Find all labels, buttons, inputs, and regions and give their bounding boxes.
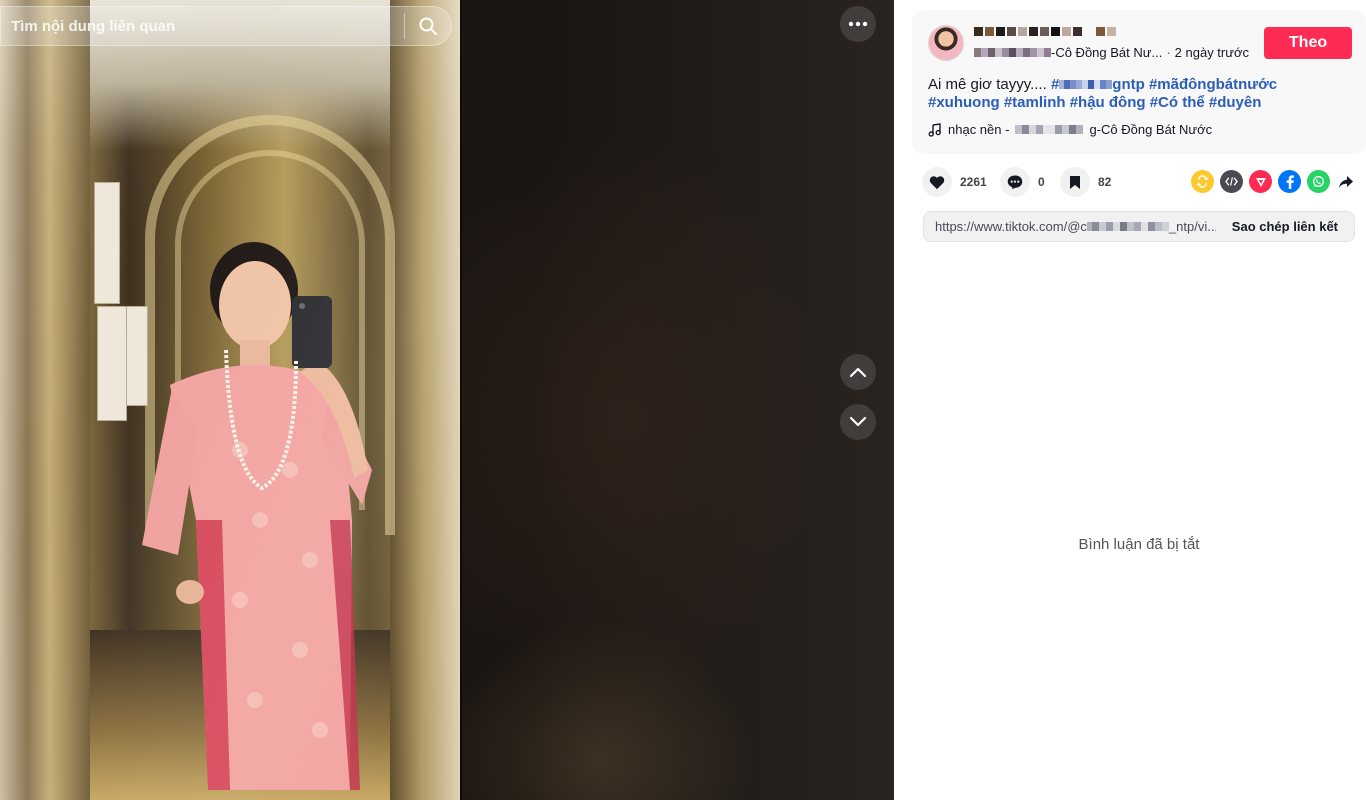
author-channel-name: -Cô Đồng Bát Nư... xyxy=(1051,45,1163,60)
action-bar: 2261 0 82 xyxy=(922,167,1356,197)
music-prefix: nhạc nền - xyxy=(948,122,1010,137)
repost-button[interactable] xyxy=(1191,170,1214,193)
more-horizontal-icon xyxy=(848,21,868,27)
repost-icon xyxy=(1196,175,1209,188)
hashtag-link[interactable]: #xuhuong xyxy=(928,94,1000,111)
whatsapp-icon xyxy=(1313,176,1324,188)
previous-video-button[interactable] xyxy=(840,354,876,390)
author-row: -Cô Đồng Bát Nư... · 2 ngày trước Theo xyxy=(928,25,1352,61)
save-count: 82 xyxy=(1098,175,1112,189)
chevron-down-icon xyxy=(849,416,867,427)
share-arrow-icon xyxy=(1339,175,1353,188)
chevron-up-icon xyxy=(849,367,867,378)
copy-link-button[interactable]: Sao chép liên kết xyxy=(1216,212,1354,241)
description-card: -Cô Đồng Bát Nư... · 2 ngày trước Theo A… xyxy=(912,10,1366,154)
music-note-icon xyxy=(928,122,941,137)
glass-reflection xyxy=(0,0,460,800)
caption-text: Ai mê giơ tayyy.... xyxy=(928,76,1047,93)
hashtag-link[interactable]: #tamlinh xyxy=(1004,94,1066,111)
embed-button[interactable] xyxy=(1220,170,1243,193)
author-name-pixelated[interactable] xyxy=(974,27,1116,36)
save-button[interactable] xyxy=(1060,167,1090,197)
post-time: 2 ngày trước xyxy=(1174,45,1249,60)
hashtag-link[interactable]: #duyên xyxy=(1209,94,1262,111)
music-name: g-Cô Đồng Bát Nước xyxy=(1089,122,1213,137)
search-icon xyxy=(419,17,437,35)
send-arrow-icon xyxy=(1255,177,1266,187)
video-link-box: https://www.tiktok.com/@c _ntp/vi... Sao… xyxy=(923,211,1355,242)
facebook-icon xyxy=(1286,174,1294,189)
save-action: 82 xyxy=(1060,167,1111,197)
more-share-button[interactable] xyxy=(1336,170,1356,193)
hashtag-link[interactable]: #hậu đông xyxy=(1070,94,1146,111)
comment-icon xyxy=(1007,175,1023,190)
hashtag-link[interactable]: # gntp xyxy=(1051,76,1145,93)
embed-code-icon xyxy=(1225,177,1238,186)
comment-action: 0 xyxy=(1000,167,1045,197)
search-button[interactable] xyxy=(405,6,451,46)
video-player[interactable] xyxy=(0,0,462,800)
share-icons xyxy=(1191,170,1356,193)
send-to-friends-button[interactable] xyxy=(1249,170,1272,193)
like-count: 2261 xyxy=(960,175,987,189)
comment-button[interactable] xyxy=(1000,167,1030,197)
side-panel: -Cô Đồng Bát Nư... · 2 ngày trước Theo A… xyxy=(894,0,1366,800)
comment-count: 0 xyxy=(1038,175,1045,189)
video-stage xyxy=(0,0,894,800)
video-caption: Ai mê giơ tayyy.... # gntp #mãđôngbátnước… xyxy=(928,76,1348,112)
next-video-button[interactable] xyxy=(840,404,876,440)
search-bar xyxy=(0,6,452,46)
comments-disabled-message: Bình luận đã bị tắt xyxy=(1078,536,1200,553)
hashtag-link[interactable]: #Có thể xyxy=(1150,94,1205,111)
like-button[interactable] xyxy=(922,167,952,197)
author-subtitle: -Cô Đồng Bát Nư... · 2 ngày trước xyxy=(974,45,1249,60)
whatsapp-share-button[interactable] xyxy=(1307,170,1330,193)
heart-icon xyxy=(929,175,945,189)
search-input[interactable] xyxy=(1,7,404,45)
avatar[interactable] xyxy=(928,25,964,61)
facebook-share-button[interactable] xyxy=(1278,170,1301,193)
more-options-button[interactable] xyxy=(840,6,876,42)
music-link[interactable]: nhạc nền - g-Cô Đồng Bát Nước xyxy=(928,122,1212,137)
bookmark-icon xyxy=(1070,175,1080,189)
video-link-url[interactable]: https://www.tiktok.com/@c _ntp/vi... xyxy=(924,219,1216,234)
like-action: 2261 xyxy=(922,167,987,197)
follow-button[interactable]: Theo xyxy=(1264,27,1352,59)
hashtag-link[interactable]: #mãđôngbátnước xyxy=(1149,76,1277,93)
